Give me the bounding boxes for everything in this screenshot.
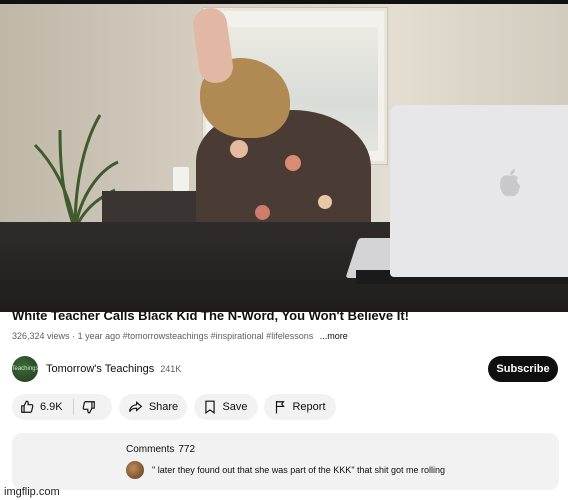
like-button[interactable]: 6.9K	[12, 394, 63, 420]
comments-section[interactable]: Comments 772 " later they found out that…	[12, 433, 559, 490]
upload-age: 1 year ago	[77, 331, 121, 341]
dress-flower	[255, 205, 270, 220]
dress-flower	[230, 140, 248, 158]
dress-flower	[285, 155, 301, 171]
video-title: White Teacher Calls Black Kid The N-Word…	[12, 312, 410, 323]
channel-avatar[interactable]: Teachings	[11, 356, 39, 382]
commenter-avatar	[126, 461, 144, 479]
bookmark-icon	[205, 400, 216, 414]
channel-name[interactable]: Tomorrow's Teachings	[46, 363, 154, 375]
like-dislike-bar: 6.9K	[12, 394, 112, 420]
video-player[interactable]	[0, 0, 568, 312]
hashtags[interactable]: #tomorrowsteachings #inspirational #life…	[123, 331, 314, 341]
comments-count: 772	[178, 444, 196, 455]
thumbs-down-icon	[82, 401, 95, 414]
thumbs-up-icon	[21, 400, 34, 413]
video-meta: 326,324 views · 1 year ago #tomorrowstea…	[12, 331, 348, 341]
like-divider	[72, 399, 74, 415]
report-label: Report	[292, 401, 326, 413]
view-count: 326,324 views	[12, 331, 70, 341]
report-button[interactable]: Report	[264, 394, 336, 420]
share-arrow-icon	[128, 401, 143, 412]
share-button[interactable]: Share	[119, 394, 187, 420]
comments-label: Comments	[126, 444, 175, 455]
flag-icon	[276, 401, 286, 414]
channel-row: Teachings Tomorrow's Teachings 241K	[11, 356, 182, 382]
top-comment-text: " later they found out that she was part…	[152, 465, 446, 475]
apple-logo-icon	[500, 169, 520, 197]
save-label: Save	[222, 401, 248, 413]
like-count: 6.9K	[40, 401, 63, 413]
dress-flower	[318, 195, 332, 209]
laptop-lid	[390, 105, 568, 277]
imgflip-watermark: imgflip.com	[4, 486, 60, 498]
video-top-border	[0, 0, 568, 4]
subscribe-button[interactable]: Subscribe	[488, 356, 558, 382]
share-label: Share	[148, 401, 179, 413]
save-button[interactable]: Save	[194, 394, 258, 420]
avatar-text: Teachings	[11, 366, 39, 372]
more-link[interactable]: ...more	[320, 331, 348, 341]
dislike-button[interactable]	[82, 394, 96, 420]
cup	[173, 167, 189, 191]
top-comment: " later they found out that she was part…	[126, 461, 445, 479]
subscriber-count: 241K	[160, 364, 182, 374]
comments-header: Comments 772	[126, 444, 195, 455]
